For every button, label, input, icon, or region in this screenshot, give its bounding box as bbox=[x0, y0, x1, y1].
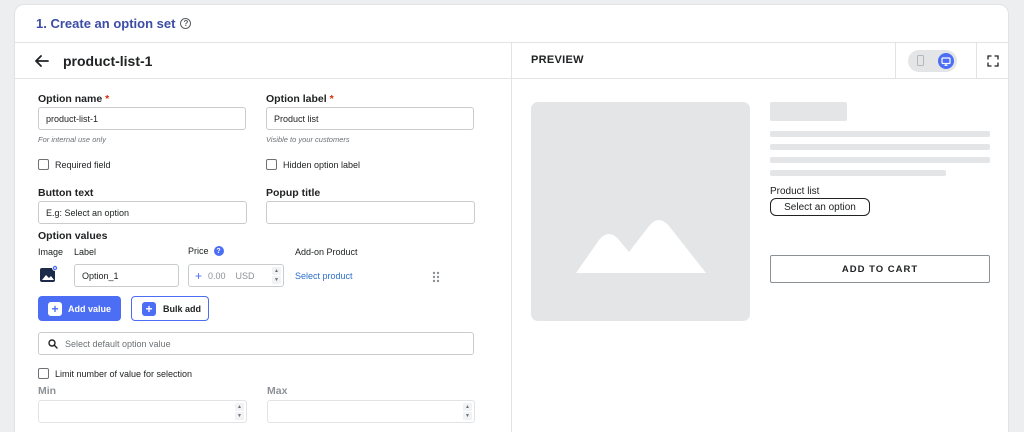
button-text-input[interactable]: E.g: Select an option bbox=[38, 201, 247, 224]
skeleton-line bbox=[770, 157, 990, 163]
button-text-label: Button text bbox=[38, 187, 94, 199]
required-mark: * bbox=[329, 93, 334, 105]
device-toggle[interactable] bbox=[908, 50, 957, 72]
min-input[interactable]: ▲ ▼ bbox=[38, 400, 247, 423]
plus-icon: + bbox=[142, 301, 156, 316]
price-info-icon[interactable]: ? bbox=[213, 246, 224, 256]
max-stepper[interactable]: ▲ ▼ bbox=[463, 403, 472, 420]
preview-option-label: Product list bbox=[770, 186, 820, 197]
col-price: Price ? bbox=[188, 246, 224, 256]
stepper-up-icon[interactable]: ▲ bbox=[235, 403, 244, 411]
required-field-row[interactable]: Required field bbox=[38, 159, 111, 170]
add-value-button[interactable]: + Add value bbox=[38, 296, 121, 321]
stepper-down-icon[interactable]: ▼ bbox=[235, 412, 244, 420]
col-price-text: Price bbox=[188, 246, 209, 256]
desktop-icon[interactable] bbox=[938, 53, 954, 69]
skeleton-line bbox=[770, 144, 990, 150]
limit-selection-label: Limit number of value for selection bbox=[55, 368, 193, 379]
stepper-up-icon[interactable]: ▲ bbox=[463, 403, 472, 411]
bulk-add-label: Bulk add bbox=[163, 303, 202, 314]
stepper-down-icon[interactable]: ▼ bbox=[272, 276, 281, 284]
default-option-placeholder: Select default option value bbox=[65, 338, 171, 349]
option-image-icon[interactable] bbox=[39, 265, 59, 283]
option-set-name: product-list-1 bbox=[63, 52, 153, 69]
col-addon: Add-on Product bbox=[295, 247, 358, 257]
option-name-input[interactable]: product-list-1 bbox=[38, 107, 246, 130]
col-image: Image bbox=[38, 247, 64, 257]
device-toggle-cell bbox=[895, 43, 977, 79]
required-mark: * bbox=[105, 93, 110, 105]
stepper-up-icon[interactable]: ▲ bbox=[272, 267, 281, 275]
product-image-placeholder bbox=[531, 102, 750, 321]
mobile-icon[interactable] bbox=[917, 55, 924, 66]
option-name-label: Option name * bbox=[38, 93, 109, 105]
price-currency: USD bbox=[235, 270, 255, 281]
price-plus-prefix: + bbox=[195, 268, 203, 283]
popup-title-label: Popup title bbox=[266, 187, 321, 199]
option-value-label-input[interactable]: Option_1 bbox=[74, 264, 179, 287]
stepper-down-icon[interactable]: ▼ bbox=[463, 412, 472, 420]
skeleton-line bbox=[770, 170, 946, 176]
editor-panel: product-list-1 Option name * product-lis… bbox=[15, 43, 512, 432]
step-header: 1. Create an option set ? bbox=[15, 5, 1008, 43]
drag-handle-icon[interactable] bbox=[432, 270, 440, 283]
option-label-label: Option label * bbox=[266, 93, 334, 105]
back-arrow-icon[interactable] bbox=[35, 53, 51, 69]
option-name-label-text: Option name bbox=[38, 93, 103, 105]
price-placeholder: 0.00 bbox=[208, 270, 226, 281]
preview-select-option-button[interactable]: Select an option bbox=[770, 198, 870, 216]
preview-add-to-cart-button[interactable]: ADD TO CART bbox=[770, 255, 990, 283]
option-value-price-input[interactable]: + 0.00 USD ▲ ▼ bbox=[188, 264, 284, 287]
option-values-heading: Option values bbox=[38, 230, 108, 242]
limit-selection-row[interactable]: Limit number of value for selection bbox=[38, 368, 192, 379]
step-title: 1. Create an option set bbox=[36, 16, 176, 31]
search-icon bbox=[48, 338, 58, 349]
select-product-link[interactable]: Select product bbox=[295, 271, 353, 281]
preview-header: PREVIEW bbox=[512, 43, 1010, 79]
required-field-label: Required field bbox=[55, 159, 111, 170]
editor-header: product-list-1 bbox=[15, 43, 511, 79]
bulk-add-button[interactable]: + Bulk add bbox=[131, 296, 209, 321]
skeleton-line bbox=[770, 131, 990, 137]
hidden-option-label-row[interactable]: Hidden option label bbox=[266, 159, 360, 170]
image-placeholder-icon bbox=[576, 220, 706, 273]
skeleton-title bbox=[770, 102, 847, 121]
preview-panel: PREVIEW Product list Select an option AD… bbox=[512, 43, 1010, 432]
option-set-card: 1. Create an option set ? product-list-1… bbox=[14, 4, 1010, 432]
help-icon[interactable]: ? bbox=[180, 18, 192, 29]
min-label: Min bbox=[38, 385, 57, 397]
required-field-checkbox[interactable] bbox=[38, 159, 49, 170]
max-input[interactable]: ▲ ▼ bbox=[267, 400, 475, 423]
min-stepper[interactable]: ▲ ▼ bbox=[235, 403, 244, 420]
add-value-label: Add value bbox=[68, 303, 112, 314]
hidden-option-label-checkbox[interactable] bbox=[266, 159, 277, 170]
popup-title-input[interactable] bbox=[266, 201, 475, 224]
preview-title: PREVIEW bbox=[531, 54, 584, 66]
plus-icon: + bbox=[48, 301, 62, 316]
max-label: Max bbox=[267, 385, 288, 397]
option-label-hint: Visible to your customers bbox=[266, 135, 350, 144]
price-stepper[interactable]: ▲ ▼ bbox=[272, 267, 281, 284]
option-name-hint: For internal use only bbox=[38, 135, 106, 144]
option-label-input[interactable]: Product list bbox=[266, 107, 474, 130]
hidden-option-label-label: Hidden option label bbox=[283, 159, 361, 170]
col-label: Label bbox=[74, 247, 97, 257]
limit-selection-checkbox[interactable] bbox=[38, 368, 49, 379]
default-option-search[interactable]: Select default option value bbox=[38, 332, 474, 355]
option-label-label-text: Option label bbox=[266, 93, 327, 105]
fullscreen-icon[interactable] bbox=[985, 53, 1001, 69]
